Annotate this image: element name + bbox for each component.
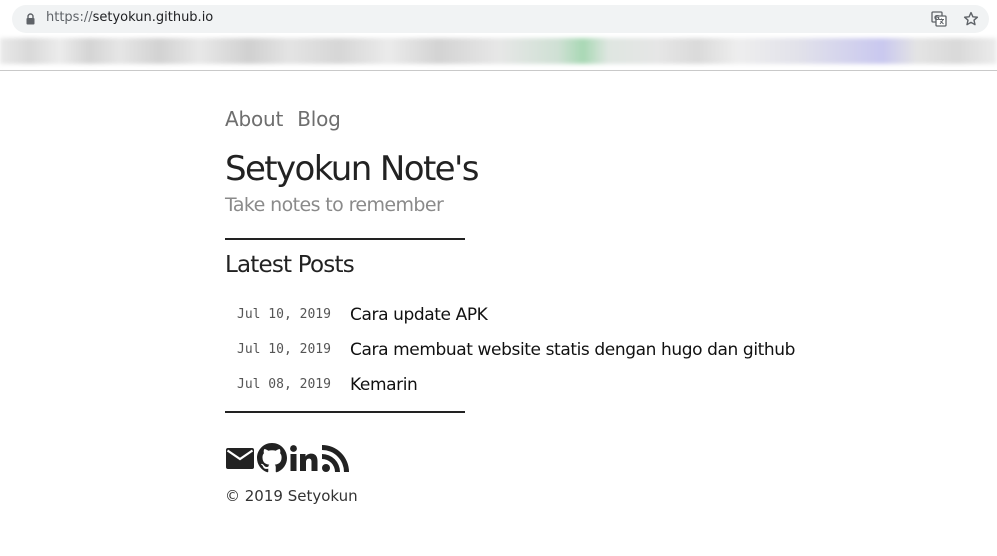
copyright-text: © 2019 Setyokun [225,487,358,505]
post-list: Jul 10, 2019 Cara update APK Jul 10, 201… [237,297,795,402]
social-links [225,443,351,473]
email-link[interactable] [225,443,255,473]
nav-link-about[interactable]: About [225,107,283,131]
github-icon [257,443,287,473]
divider [225,411,465,413]
url-host: setyokun.github.io [92,10,214,25]
post-link[interactable]: Cara update APK [350,305,488,325]
site-tagline: Take notes to remember [225,194,444,216]
post-item: Jul 08, 2019 Kemarin [237,367,795,402]
chrome-divider [0,70,997,71]
post-date: Jul 08, 2019 [237,377,331,392]
post-date: Jul 10, 2019 [237,307,331,322]
address-bar[interactable]: https://setyokun.github.io G [12,5,989,33]
post-date: Jul 10, 2019 [237,342,331,357]
email-icon [226,448,254,469]
linkedin-icon [290,445,318,471]
url-scheme: https:// [46,10,93,25]
post-link[interactable]: Kemarin [350,375,418,395]
latest-posts-heading: Latest Posts [225,252,355,278]
lock-icon[interactable] [26,13,35,25]
rss-icon [322,445,349,472]
nav-link-blog[interactable]: Blog [297,107,341,131]
divider [225,238,465,240]
post-link[interactable]: Cara membuat website statis dengan hugo … [350,340,795,360]
translate-icon[interactable]: G [931,11,947,27]
github-link[interactable] [257,443,287,473]
rss-link[interactable] [321,443,351,473]
post-item: Jul 10, 2019 Cara update APK [237,297,795,332]
post-item: Jul 10, 2019 Cara membuat website statis… [237,332,795,367]
site-title: Setyokun Note's [225,149,479,189]
svg-text:G: G [934,14,940,22]
star-icon[interactable] [963,11,979,27]
main-nav: About Blog [225,107,350,131]
bookmarks-bar [0,38,997,64]
url-text[interactable]: https://setyokun.github.io [46,10,213,25]
linkedin-link[interactable] [289,443,319,473]
